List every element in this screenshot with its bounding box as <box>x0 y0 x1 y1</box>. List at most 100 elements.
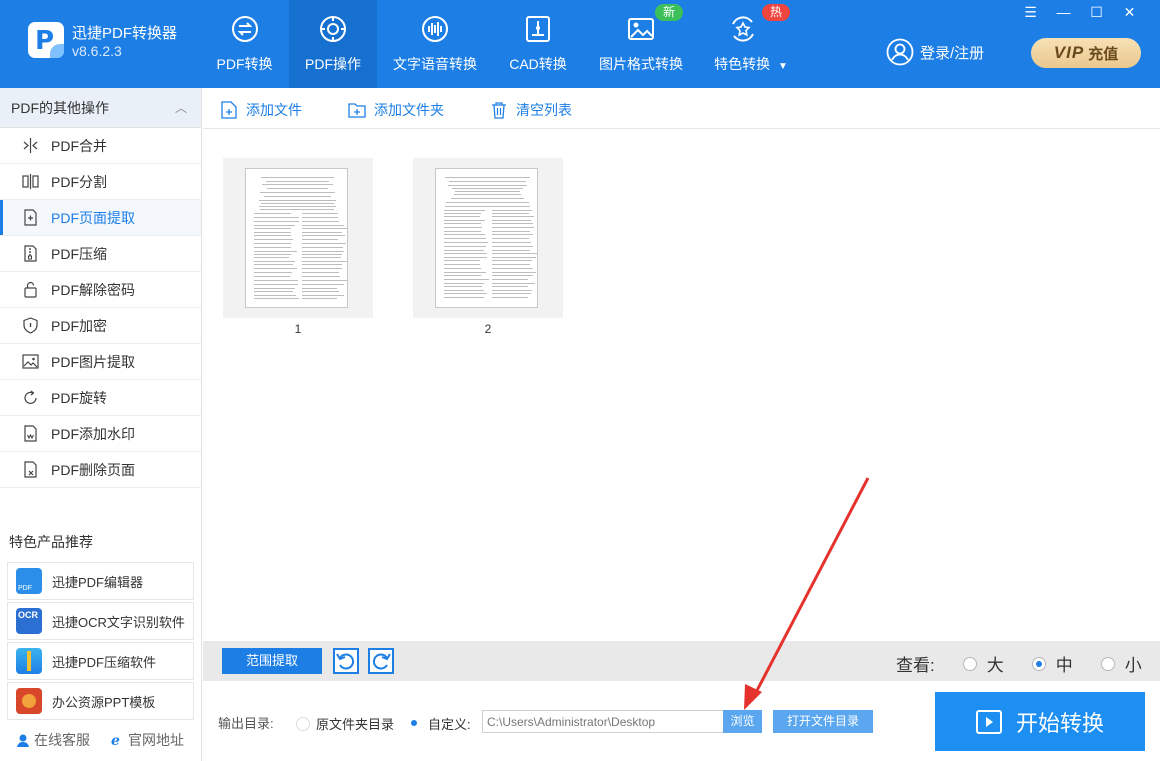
preview-text-line <box>302 295 345 296</box>
preview-text-line <box>302 225 344 226</box>
nav-label: PDF操作 <box>305 56 361 72</box>
preview-text-line <box>492 279 528 280</box>
sidebar-item-label: PDF分割 <box>51 173 107 190</box>
radio-custom[interactable] <box>408 716 422 731</box>
rotate-right-icon <box>373 653 391 670</box>
browse-button[interactable]: 浏览 <box>723 710 762 733</box>
preview-text-line <box>444 216 480 217</box>
preview-text-line <box>492 260 533 261</box>
preview-text-line <box>254 276 291 277</box>
product-ppt-template[interactable]: 办公资源PPT模板 <box>7 682 194 720</box>
preview-text-line <box>254 272 292 273</box>
nav-special-convert[interactable]: 特色转换 ▼ 热 <box>699 0 803 88</box>
output-original-option[interactable]: 原文件夹目录 <box>296 714 394 733</box>
file-thumbnail[interactable] <box>413 158 563 318</box>
nav-pdf-operate[interactable]: PDF操作 <box>289 0 377 88</box>
nav-pdf-convert[interactable]: PDF转换 <box>200 0 289 88</box>
maximize-icon[interactable]: ☐ <box>1080 4 1113 22</box>
preview-text-line <box>492 264 530 265</box>
rotate-left-icon <box>336 653 354 670</box>
radio-large[interactable] <box>962 656 977 671</box>
ie-icon: e <box>111 733 120 747</box>
audio-wave-icon <box>422 16 448 42</box>
preview-text-line <box>444 268 481 269</box>
radio-original[interactable] <box>296 716 310 731</box>
menu-icon[interactable]: ☰ <box>1014 4 1047 22</box>
output-path-input[interactable] <box>482 710 724 733</box>
sidebar-item-unlock[interactable]: PDF解除密码 <box>0 272 201 308</box>
sidebar-item-merge[interactable]: PDF合并 <box>0 128 201 164</box>
sidebar-item-compress[interactable]: PDF压缩 <box>0 236 201 272</box>
output-settings: 输出目录: 原文件夹目录 自定义: 浏览 打开文件目录 开始转换 <box>203 682 1160 761</box>
sidebar-item-label: PDF图片提取 <box>51 353 135 370</box>
preview-text-line <box>302 232 343 233</box>
cad-icon <box>526 16 550 42</box>
preview-text-line <box>444 238 486 239</box>
product-pdf-editor[interactable]: PDF 迅捷PDF编辑器 <box>7 562 194 600</box>
preview-text-line <box>492 272 536 273</box>
preview-text-line <box>260 209 335 210</box>
clear-list-button[interactable]: 清空列表 <box>490 100 572 120</box>
login-button[interactable]: 登录/注册 <box>886 38 984 66</box>
file-list: 1 2 <box>203 130 1160 640</box>
preview-text-line <box>254 280 298 281</box>
ppt-template-icon <box>16 688 42 714</box>
sidebar-item-encrypt[interactable]: PDF加密 <box>0 308 201 344</box>
sidebar-item-delete-page[interactable]: PDF删除页面 <box>0 452 201 488</box>
nav-image-convert[interactable]: 图片格式转换 新 <box>583 0 699 88</box>
preview-text-line <box>492 290 532 291</box>
view-option-small[interactable]: 小 <box>1100 651 1142 676</box>
sidebar-item-split[interactable]: PDF分割 <box>0 164 201 200</box>
sidebar-footer: 在线客服 e 官网地址 <box>16 730 184 750</box>
ocr-icon: OCR <box>16 608 42 634</box>
online-support-link[interactable]: 在线客服 <box>16 730 90 750</box>
vip-recharge-button[interactable]: VIP 充值 <box>1031 38 1141 68</box>
preview-text-line <box>492 250 531 251</box>
product-pdf-compress[interactable]: 迅捷PDF压缩软件 <box>7 642 194 680</box>
output-custom-option[interactable]: 自定义: <box>408 714 471 733</box>
nav-cad[interactable]: CAD转换 <box>493 0 583 88</box>
product-ocr[interactable]: OCR 迅捷OCR文字识别软件 <box>7 602 194 640</box>
sidebar-item-watermark[interactable]: PDF添加水印 <box>0 416 201 452</box>
sidebar-item-image-extract[interactable]: PDF图片提取 <box>0 344 201 380</box>
minimize-icon[interactable]: — <box>1047 4 1080 22</box>
preview-text-line <box>492 246 534 247</box>
website-link[interactable]: e 官网地址 <box>110 730 184 750</box>
preview-text-line <box>260 192 335 193</box>
nav-label: 图片格式转换 <box>599 56 683 72</box>
view-option-medium[interactable]: 中 <box>1031 651 1073 676</box>
badge-hot: 热 <box>762 4 791 21</box>
nav-label: PDF转换 <box>216 56 273 72</box>
rotate-right-button[interactable] <box>368 648 394 674</box>
radio-medium[interactable] <box>1031 656 1046 671</box>
preview-text-line <box>302 221 339 222</box>
preview-text-line <box>302 264 342 265</box>
preview-text-line <box>444 272 487 273</box>
login-label: 登录/注册 <box>920 44 985 62</box>
view-option-large[interactable]: 大 <box>962 651 1004 676</box>
play-icon <box>975 709 1002 734</box>
sidebar-header[interactable]: PDF的其他操作 ︿ <box>0 88 201 128</box>
close-icon[interactable]: ✕ <box>1113 4 1146 22</box>
preview-text-line <box>254 232 292 233</box>
preview-text-line <box>266 181 329 182</box>
badge-new: 新 <box>655 4 684 21</box>
preview-text-line <box>302 284 345 285</box>
radio-small[interactable] <box>1100 656 1115 671</box>
sidebar-item-page-extract[interactable]: PDF页面提取 <box>0 200 201 236</box>
start-convert-button[interactable]: 开始转换 <box>935 692 1145 751</box>
preview-text-line <box>254 257 290 258</box>
product-label: 迅捷PDF压缩软件 <box>52 654 157 670</box>
page-extract-icon <box>24 209 37 226</box>
add-file-button[interactable]: 添加文件 <box>220 100 302 120</box>
sidebar-item-rotate[interactable]: PDF旋转 <box>0 380 201 416</box>
sidebar-item-label: PDF合并 <box>51 137 107 154</box>
range-extract-button[interactable]: 范围提取 <box>222 648 322 674</box>
preview-text-line <box>444 257 488 258</box>
open-folder-button[interactable]: 打开文件目录 <box>773 710 873 733</box>
file-thumbnail[interactable] <box>223 158 373 318</box>
add-folder-button[interactable]: 添加文件夹 <box>348 100 444 120</box>
nav-text-speech[interactable]: 文字语音转换 <box>377 0 493 88</box>
window-controls: ☰ — ☐ ✕ <box>1014 4 1146 22</box>
rotate-left-button[interactable] <box>333 648 359 674</box>
